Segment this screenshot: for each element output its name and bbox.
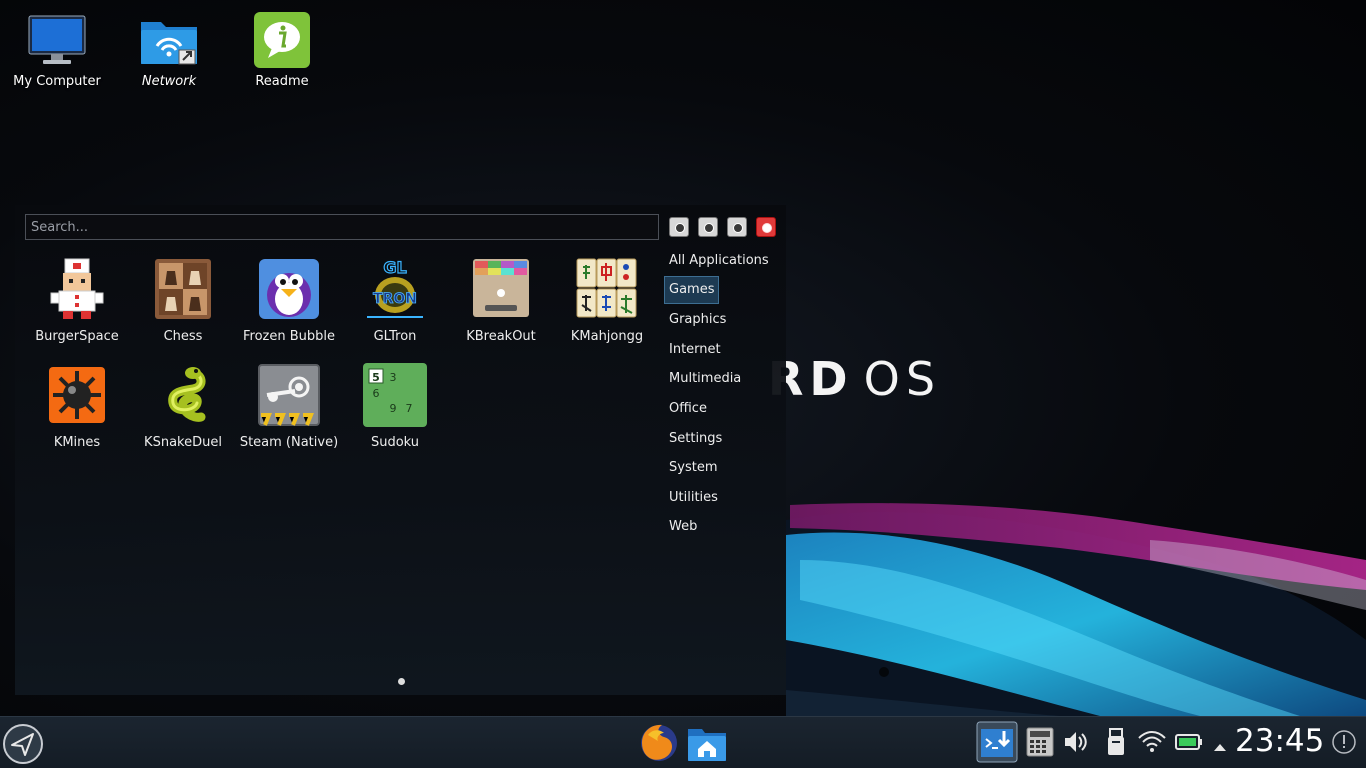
category-label: Multimedia — [669, 371, 742, 386]
battery-icon[interactable] — [1175, 734, 1203, 754]
penguin-icon — [257, 257, 321, 321]
category-label: All Applications — [669, 253, 769, 268]
category-graphics[interactable]: Graphics — [664, 306, 731, 334]
desktop-icon-label: Network — [141, 74, 197, 89]
app-chess[interactable]: Chess — [130, 257, 236, 344]
network-folder-icon — [139, 10, 199, 70]
notifications-icon[interactable] — [1331, 729, 1357, 759]
app-label: KBreakOut — [466, 329, 536, 344]
volume-icon[interactable] — [1063, 729, 1089, 759]
search-input[interactable] — [25, 214, 659, 240]
home-folder-icon[interactable] — [686, 721, 728, 767]
page-indicator[interactable] — [398, 678, 405, 685]
snake-icon — [151, 363, 215, 427]
category-label: Games — [669, 282, 715, 297]
desktop-icon-network[interactable]: Network — [114, 10, 224, 89]
app-kbreakout[interactable]: KBreakOut — [448, 257, 554, 344]
category-label: System — [669, 460, 718, 475]
chef-icon — [45, 257, 109, 321]
brand-wordmark: RD OS — [768, 352, 941, 406]
category-label: Web — [669, 519, 698, 534]
view-mode-button[interactable] — [669, 217, 689, 237]
application-launcher: BurgerSpace Chess — [15, 205, 786, 695]
category-label: Utilities — [669, 490, 718, 505]
tray-expand-icon[interactable] — [1213, 737, 1227, 756]
taskbar: 23:45 — [0, 716, 1366, 768]
app-label: BurgerSpace — [35, 329, 119, 344]
category-internet[interactable]: Internet — [664, 336, 726, 364]
category-label: Settings — [669, 431, 723, 446]
sudoku-digit: 7 — [406, 402, 413, 415]
sudoku-digit: 6 — [373, 387, 380, 400]
app-label: Frozen Bubble — [242, 329, 335, 344]
app-kmahjongg[interactable]: KMahjongg — [554, 257, 660, 344]
category-multimedia[interactable]: Multimedia — [664, 365, 746, 393]
category-label: Internet — [669, 342, 721, 357]
mine-icon — [45, 363, 109, 427]
app-sudoku[interactable]: 5 3 6 9 7 Sudoku — [342, 363, 448, 450]
app-kmines[interactable]: KMines — [24, 363, 130, 450]
app-label: GLTron — [373, 329, 417, 344]
gltron-logo-sub: TRON — [373, 291, 417, 307]
category-games[interactable]: Games — [664, 276, 720, 304]
app-burgerspace[interactable]: BurgerSpace — [24, 257, 130, 344]
monitor-icon — [27, 10, 87, 70]
category-web[interactable]: Web — [664, 513, 702, 541]
sudoku-digit: 9 — [390, 402, 397, 415]
sudoku-grid-icon: 5 3 6 9 7 — [363, 363, 427, 427]
app-steam[interactable]: Steam (Native) — [236, 363, 342, 450]
app-ksnakeduel[interactable]: KSnakeDuel — [130, 363, 236, 450]
chess-board-icon — [151, 257, 215, 321]
desktop-icon-label: Readme — [255, 74, 309, 89]
desktop-icon-my-computer[interactable]: My Computer — [2, 10, 112, 89]
terminal-download-icon[interactable] — [976, 721, 1018, 767]
category-label: Office — [669, 401, 707, 416]
sudoku-digit: 3 — [390, 371, 397, 384]
paper-plane-icon[interactable] — [2, 723, 44, 768]
app-gltron[interactable]: GL TRON GLTron — [342, 257, 448, 344]
category-settings[interactable]: Settings — [664, 425, 727, 453]
app-label: Sudoku — [370, 435, 420, 450]
app-label: KMahjongg — [570, 329, 644, 344]
app-label: Steam (Native) — [239, 435, 339, 450]
clock[interactable]: 23:45 — [1235, 723, 1324, 759]
app-label: KMines — [53, 435, 101, 450]
desktop-icon-label: My Computer — [13, 74, 101, 89]
favorites-button[interactable] — [698, 217, 718, 237]
gltron-logo-icon: GL TRON — [363, 257, 427, 321]
category-office[interactable]: Office — [664, 395, 712, 423]
steam-icon — [257, 363, 321, 427]
category-utilities[interactable]: Utilities — [664, 484, 723, 512]
mahjong-tiles-icon — [575, 257, 639, 321]
usb-drive-icon[interactable] — [1104, 728, 1128, 760]
app-frozen-bubble[interactable]: Frozen Bubble — [236, 257, 342, 344]
desktop-icon-readme[interactable]: Readme — [227, 10, 337, 89]
close-button[interactable] — [756, 217, 776, 237]
app-label: KSnakeDuel — [144, 435, 222, 450]
sudoku-digit: 5 — [372, 371, 380, 384]
category-all-applications[interactable]: All Applications — [664, 247, 774, 275]
app-label: Chess — [163, 329, 203, 344]
calculator-icon[interactable] — [1026, 727, 1054, 761]
wifi-icon[interactable] — [1137, 729, 1167, 759]
category-label: Graphics — [669, 312, 727, 327]
gltron-logo-text: GL — [383, 258, 406, 277]
firefox-icon[interactable] — [638, 721, 680, 767]
brand-os: OS — [863, 352, 942, 406]
info-bubble-icon — [252, 10, 312, 70]
settings-button[interactable] — [727, 217, 747, 237]
category-system[interactable]: System — [664, 454, 722, 482]
breakout-icon — [469, 257, 533, 321]
